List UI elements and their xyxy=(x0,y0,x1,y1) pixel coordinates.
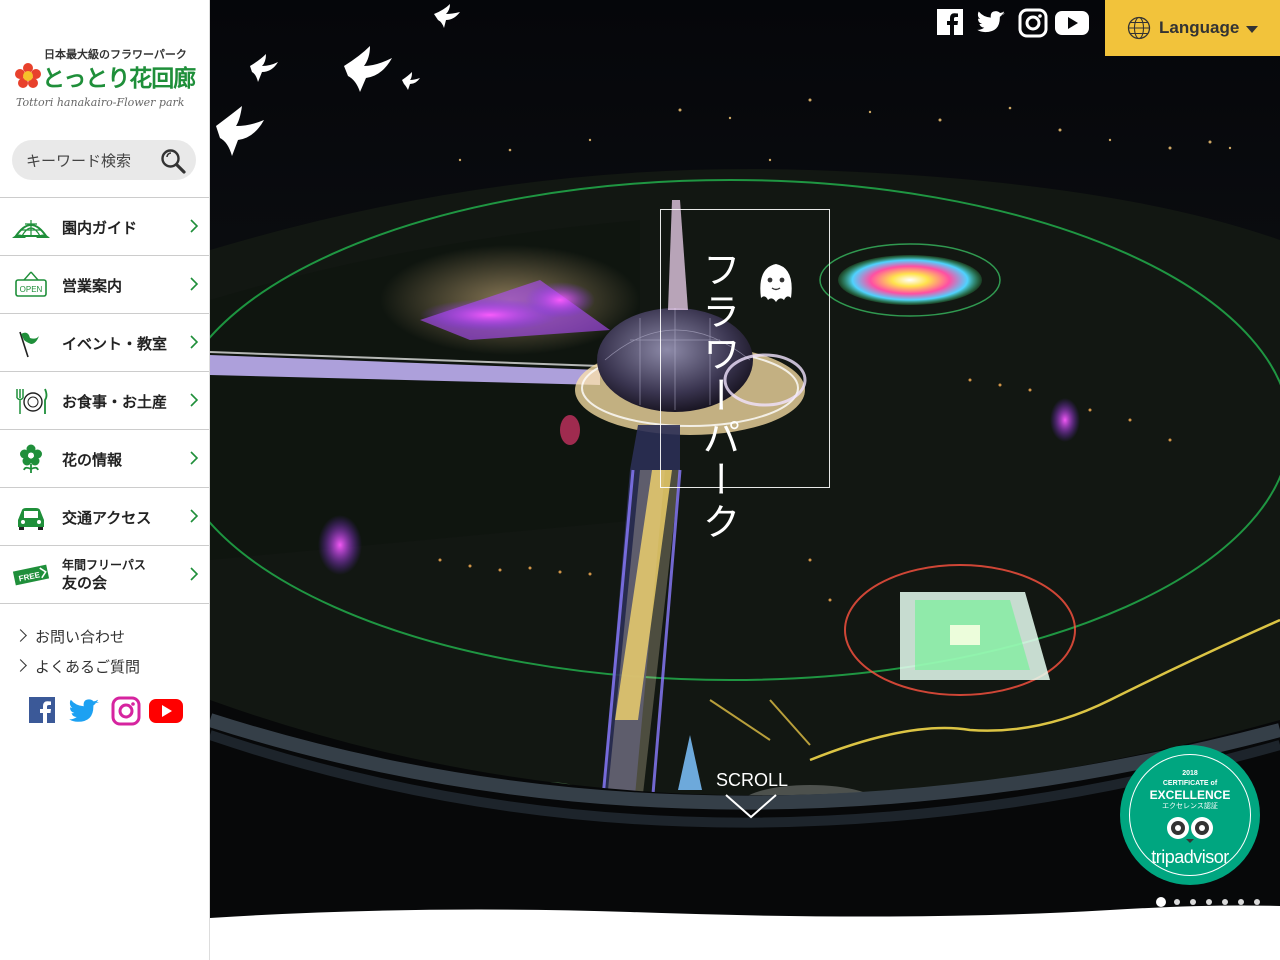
chevron-right-icon xyxy=(190,219,199,233)
faq-link-label: よくあるご質問 xyxy=(35,658,141,676)
free-pass-icon: FREE xyxy=(12,564,50,586)
hero-vertical-title: フラワーパーク xyxy=(696,250,740,544)
caret-down-icon xyxy=(1246,26,1258,33)
svg-text:OPEN: OPEN xyxy=(20,285,43,294)
flag-icon xyxy=(19,331,39,358)
faq-link[interactable]: よくあるご質問 xyxy=(14,656,141,686)
open-sign-icon: OPEN xyxy=(15,271,47,297)
nav-item-membership[interactable]: FREE 年間フリーパス 友の会 xyxy=(0,546,209,604)
sub-links: お問い合わせ よくあるご質問 xyxy=(14,626,141,686)
tripadvisor-badge[interactable]: 2018 CERTIFICATE of EXCELLENCE エクセレンス認証 … xyxy=(1120,745,1260,885)
slide-dot[interactable] xyxy=(1238,899,1244,905)
search-input[interactable] xyxy=(24,148,158,174)
twitter-icon[interactable] xyxy=(69,696,99,726)
car-icon xyxy=(18,508,44,530)
slide-dot[interactable] xyxy=(1156,897,1166,907)
sidebar: 日本最大級のフラワーパーク とっとり花回廊 Tottori hanakairo-… xyxy=(0,0,210,960)
badge-line3: エクセレンス認証 xyxy=(1162,802,1218,810)
nav-label: 年間フリーパス 友の会 xyxy=(62,557,146,593)
nav-label: 園内ガイド xyxy=(62,219,138,237)
nav-label: お食事・お土産 xyxy=(62,393,168,411)
slide-dot[interactable] xyxy=(1254,899,1260,905)
chevron-right-icon xyxy=(190,567,199,581)
chevron-right-icon xyxy=(14,659,27,672)
contact-link-label: お問い合わせ xyxy=(35,628,126,646)
nav-item-flowers[interactable]: 花の情報 xyxy=(0,430,209,488)
logo-name: とっとり花回廊 xyxy=(42,66,196,92)
site-logo[interactable]: 日本最大級のフラワーパーク とっとり花回廊 Tottori hanakairo-… xyxy=(14,46,199,116)
slide-dot[interactable] xyxy=(1174,899,1180,905)
nav-label-main: 友の会 xyxy=(62,574,108,592)
hero-title-box: フラワーパーク xyxy=(660,209,830,544)
slide-dot[interactable] xyxy=(1190,899,1196,905)
language-label: Language xyxy=(1159,18,1240,37)
chevron-right-icon xyxy=(190,393,199,407)
badge-line2: EXCELLENCE xyxy=(1149,788,1231,802)
nav-item-access[interactable]: 交通アクセス xyxy=(0,488,209,546)
globe-icon xyxy=(1127,16,1151,40)
chevron-right-icon xyxy=(190,509,199,523)
chevron-right-icon xyxy=(190,451,199,465)
instagram-icon[interactable] xyxy=(1018,8,1048,38)
twitter-icon[interactable] xyxy=(976,8,1008,38)
main-nav: 園内ガイド OPEN 営業案内 イベント・教室 お食事・お土産 花の情報 交通ア… xyxy=(0,197,209,604)
tripadvisor-owl-icon xyxy=(1167,817,1213,843)
nav-item-business[interactable]: OPEN 営業案内 xyxy=(0,256,209,314)
nav-item-guide[interactable]: 園内ガイド xyxy=(0,198,209,256)
dome-icon xyxy=(12,220,50,238)
dining-icon xyxy=(16,388,48,414)
youtube-icon[interactable] xyxy=(148,696,184,726)
contact-link[interactable]: お問い合わせ xyxy=(14,626,140,656)
chevron-right-icon xyxy=(190,335,199,349)
facebook-icon[interactable] xyxy=(936,8,966,38)
flower-icon xyxy=(20,444,42,473)
chevron-down-icon xyxy=(725,794,777,819)
nav-label: 花の情報 xyxy=(62,451,123,469)
nav-label: 営業案内 xyxy=(62,277,123,295)
hero-slideshow: フラワーパーク SCROLL Language 2018 CERTIFICATE… xyxy=(210,0,1280,960)
slide-dot[interactable] xyxy=(1206,899,1212,905)
search-icon[interactable] xyxy=(160,148,186,174)
scroll-indicator[interactable]: SCROLL xyxy=(716,770,789,826)
nav-item-dining[interactable]: お食事・お土産 xyxy=(0,372,209,430)
facebook-icon[interactable] xyxy=(28,696,58,726)
chevron-right-icon xyxy=(14,629,27,642)
nav-label-sub: 年間フリーパス xyxy=(62,558,146,572)
nav-item-events[interactable]: イベント・教室 xyxy=(0,314,209,372)
youtube-icon[interactable] xyxy=(1054,8,1090,38)
instagram-icon[interactable] xyxy=(111,696,141,726)
scroll-label: SCROLL xyxy=(716,770,789,790)
language-button[interactable]: Language xyxy=(1105,0,1280,56)
nav-label: 交通アクセス xyxy=(62,509,152,527)
badge-year: 2018 xyxy=(1182,770,1198,777)
badge-line1: CERTIFICATE of xyxy=(1162,780,1218,787)
slide-dot[interactable] xyxy=(1222,899,1228,905)
logo-flower-icon xyxy=(15,63,41,88)
badge-brand: tripadvisor xyxy=(1151,847,1229,867)
search-box xyxy=(12,140,196,180)
chevron-right-icon xyxy=(190,277,199,291)
logo-roman: Tottori hanakairo-Flower park xyxy=(16,96,185,109)
nav-label: イベント・教室 xyxy=(62,335,168,353)
mascot-ghost-icon xyxy=(760,264,792,302)
